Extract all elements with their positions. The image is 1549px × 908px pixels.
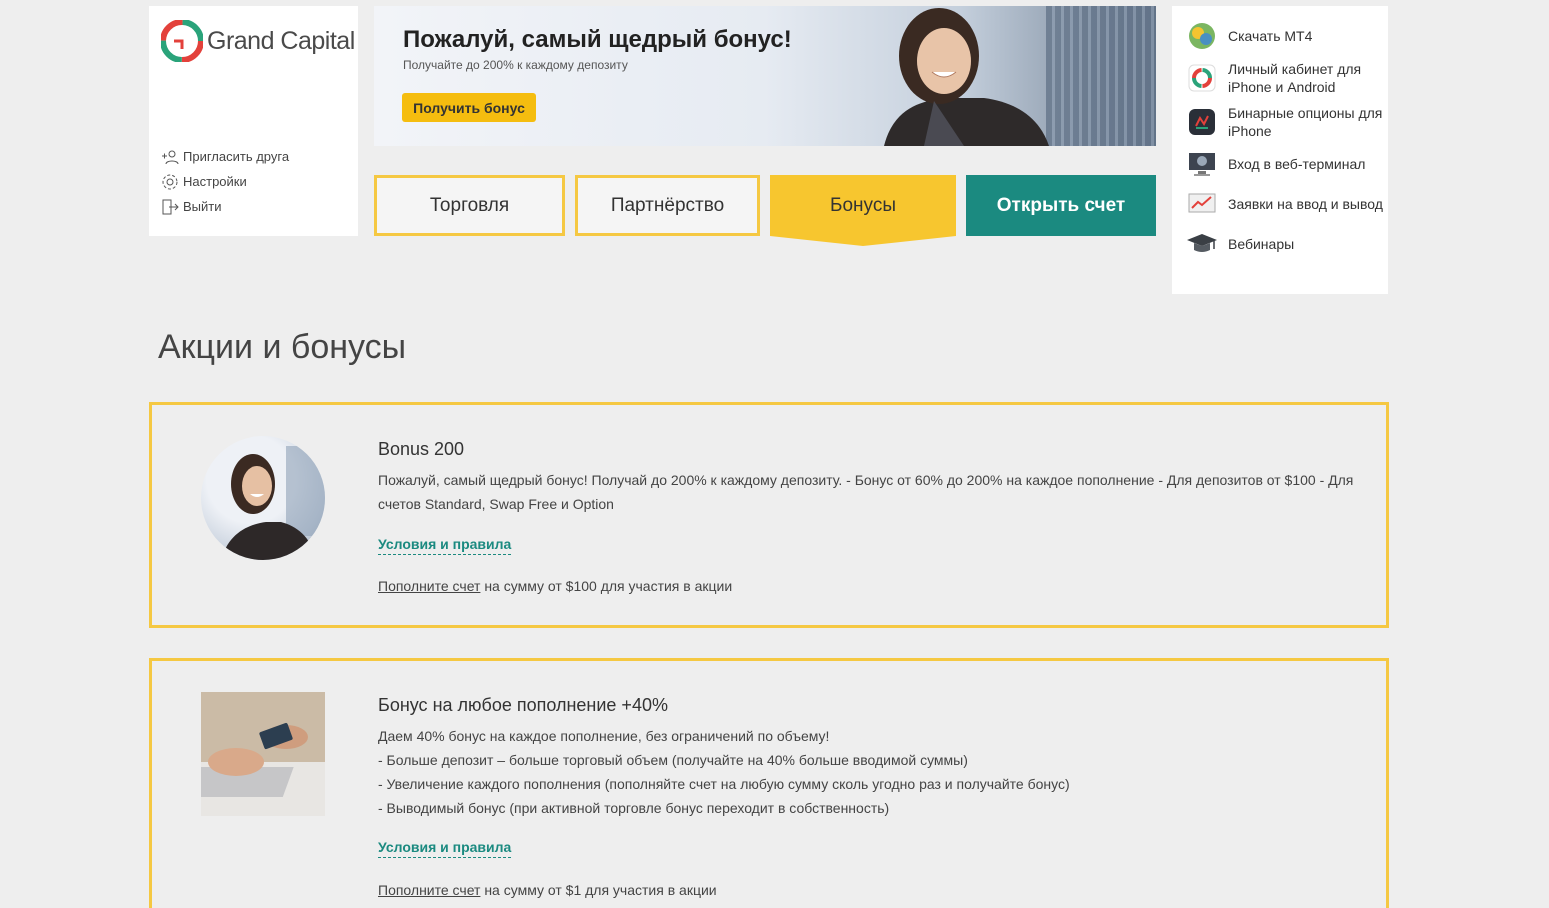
logo-mark-icon <box>161 20 203 62</box>
logout-icon <box>162 199 179 214</box>
mobile-app-icon <box>1186 62 1218 94</box>
tab-trade[interactable]: Торговля <box>374 175 565 236</box>
sidebar-item-web-terminal[interactable]: Вход в веб-терминал <box>1172 148 1388 180</box>
promo-text-line: - Выводимый бонус (при активной торговле… <box>378 800 890 816</box>
promo-text-line: Даем 40% бонус на каждое пополнение, без… <box>378 728 830 744</box>
terms-and-rules-link[interactable]: Условия и правила <box>378 536 512 555</box>
brand-logo[interactable]: Grand Capital <box>161 20 355 62</box>
promo-title: Bonus 200 <box>378 439 465 459</box>
settings-label: Настройки <box>183 174 247 189</box>
open-account-button[interactable]: Открыть счет <box>966 175 1156 236</box>
card-payment-photo-icon <box>182 692 325 816</box>
quick-links-sidebar: Скачать MT4 Личный кабинет для iPhone и … <box>1172 6 1388 294</box>
deposit-line: Пополните счет на сумму от $100 для учас… <box>378 578 732 594</box>
page-title: Акции и бонусы <box>158 328 407 366</box>
user-card: Grand Capital Пригласить друга Настройки… <box>149 6 358 236</box>
binary-options-icon <box>1186 106 1218 138</box>
sidebar-item-mobile-cabinet[interactable]: Личный кабинет для iPhone и Android <box>1172 60 1388 96</box>
promo-image-card-payment <box>182 692 325 816</box>
invite-friend-link[interactable]: Пригласить друга <box>161 144 289 169</box>
promo-description: Даем 40% бонус на каждое пополнение, без… <box>378 724 1373 820</box>
promo-title: Бонус на любое пополнение +40% <box>378 695 668 715</box>
tab-bonuses[interactable]: Бонусы <box>770 175 956 246</box>
sidebar-label-web-terminal: Вход в веб-терминал <box>1228 156 1366 172</box>
promo-card-bonus-200: Bonus 200 Пожалуй, самый щедрый бонус! П… <box>149 402 1389 628</box>
sidebar-item-download-mt4[interactable]: Скачать MT4 <box>1172 20 1388 52</box>
sidebar-item-webinars[interactable]: Вебинары <box>1172 228 1388 260</box>
woman-photo-icon <box>221 446 325 560</box>
settings-link[interactable]: Настройки <box>161 169 289 194</box>
promo-banner[interactable]: Пожалуй, самый щедрый бонус! Получайте д… <box>374 6 1156 146</box>
deposit-condition: на сумму от $1 для участия в акции <box>480 882 717 898</box>
promo-description: Пожалуй, самый щедрый бонус! Получай до … <box>378 468 1373 516</box>
sidebar-label-download-mt4: Скачать MT4 <box>1228 28 1313 44</box>
deposit-link[interactable]: Пополните счет <box>378 882 480 898</box>
promo-image-woman <box>201 436 325 560</box>
banner-title: Пожалуй, самый щедрый бонус! <box>403 26 792 53</box>
sidebar-label-requests: Заявки на ввод и вывод <box>1228 196 1383 212</box>
get-bonus-button[interactable]: Получить бонус <box>402 93 536 122</box>
mt4-icon <box>1186 20 1218 52</box>
brand-name: Grand Capital <box>207 26 355 55</box>
banner-subtitle: Получайте до 200% к каждому депозиту <box>403 58 628 72</box>
invite-friend-label: Пригласить друга <box>183 149 290 164</box>
deposit-condition: на сумму от $100 для участия в акции <box>480 578 733 594</box>
logout-label: Выйти <box>183 199 222 214</box>
web-terminal-icon <box>1186 148 1218 180</box>
requests-icon <box>1186 188 1218 220</box>
promo-text-line: - Больше депозит – больше торговый объем… <box>378 752 968 768</box>
logout-link[interactable]: Выйти <box>161 194 289 219</box>
tab-partnership[interactable]: Партнёрство <box>575 175 760 236</box>
sidebar-item-binary-options[interactable]: Бинарные опционы для iPhone <box>1172 104 1388 140</box>
gear-icon <box>162 174 178 189</box>
promo-text-line: - Увеличение каждого пополнения (пополня… <box>378 776 1070 792</box>
promo-card-bonus-40: Бонус на любое пополнение +40% Даем 40% … <box>149 658 1389 908</box>
sidebar-item-requests[interactable]: Заявки на ввод и вывод <box>1172 188 1388 220</box>
terms-and-rules-link[interactable]: Условия и правила <box>378 839 512 858</box>
sidebar-label-webinars: Вебинары <box>1228 236 1295 252</box>
promo-text-line: Пожалуй, самый щедрый бонус! Получай до … <box>378 472 1354 512</box>
user-menu: Пригласить друга Настройки Выйти <box>161 144 289 219</box>
deposit-link[interactable]: Пополните счет <box>378 578 480 594</box>
sidebar-label-mobile-cabinet: Личный кабинет для iPhone и Android <box>1228 61 1362 95</box>
sidebar-label-binary-options: Бинарные опционы для iPhone <box>1228 105 1383 139</box>
graduation-cap-icon <box>1186 228 1218 260</box>
deposit-line: Пополните счет на сумму от $1 для участи… <box>378 882 717 898</box>
add-user-icon <box>162 150 179 164</box>
banner-woman-image <box>884 8 1049 146</box>
